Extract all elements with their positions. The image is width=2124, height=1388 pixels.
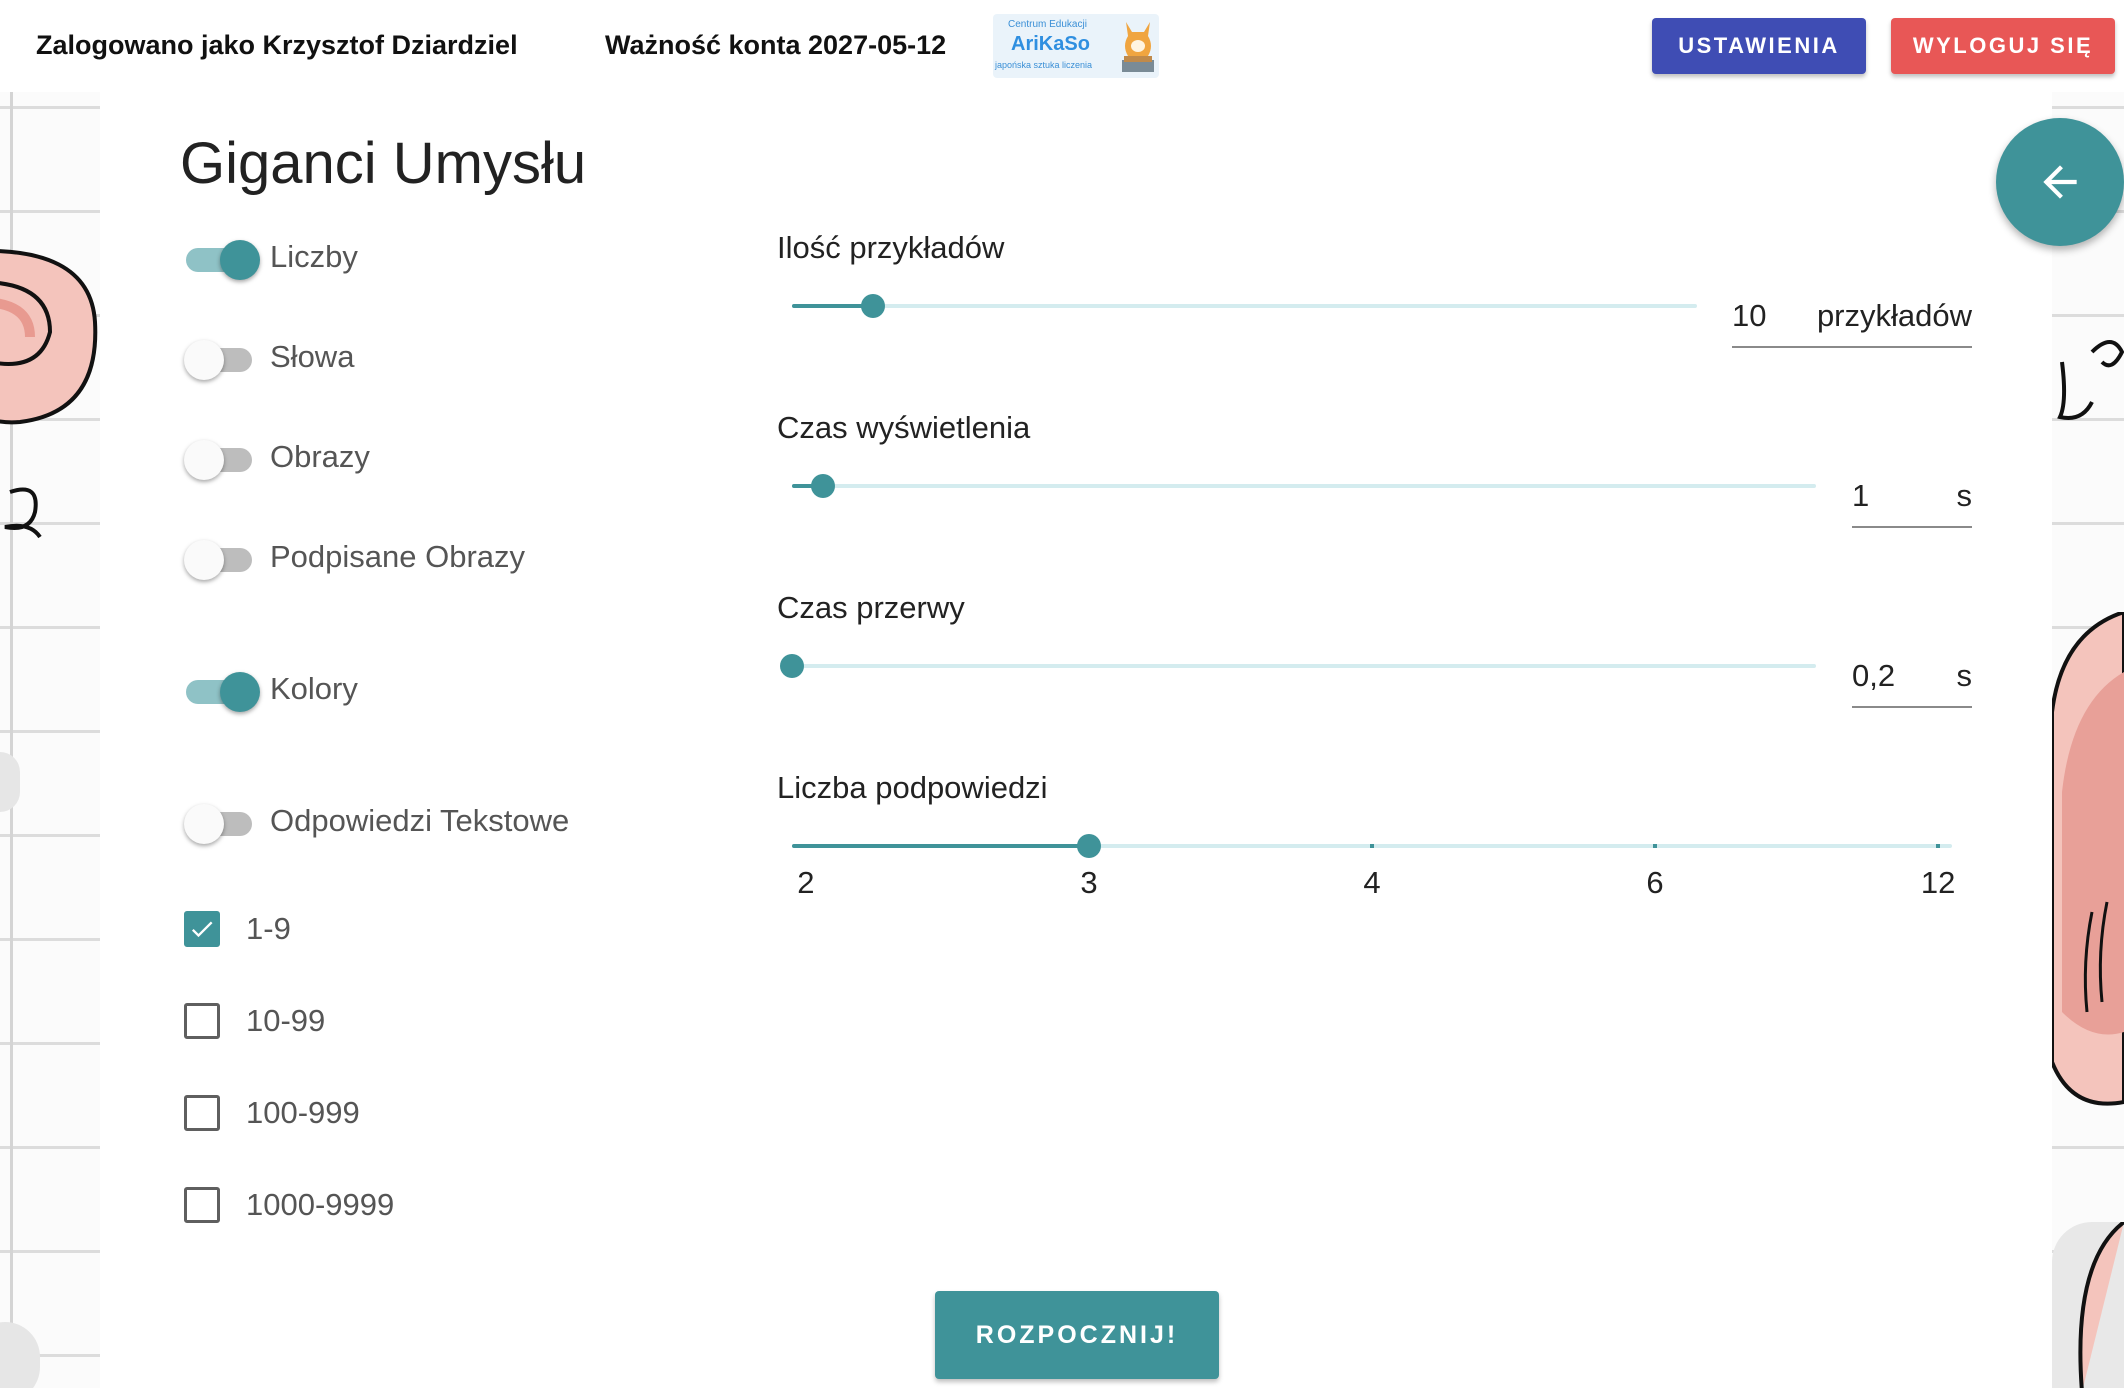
- toggle-label: Obrazy: [270, 439, 370, 474]
- logo-line-2: AriKaSo: [1011, 33, 1090, 55]
- toggle-liczby[interactable]: Liczby: [184, 232, 358, 282]
- checkbox[interactable]: [184, 1095, 220, 1131]
- checkbox[interactable]: [184, 1003, 220, 1039]
- display-time-value: 1: [1852, 478, 1870, 513]
- back-button[interactable]: [1996, 118, 2124, 246]
- slider-tick: [1936, 844, 1941, 848]
- toggle-kolory[interactable]: Kolory: [184, 664, 358, 714]
- checkbox-label: 1000-9999: [246, 1187, 395, 1222]
- hints-count-label: Liczba podpowiedzi: [777, 770, 1048, 805]
- switch[interactable]: [184, 437, 254, 480]
- hints-mark-label: 12: [1920, 865, 1956, 900]
- slider-tick: [1653, 844, 1658, 848]
- settings-button[interactable]: USTAWIENIA: [1652, 18, 1866, 74]
- switch[interactable]: [184, 801, 254, 844]
- logo-line-1: Centrum Edukacji: [1008, 19, 1087, 30]
- account-validity: Ważność konta 2027-05-12: [605, 30, 947, 60]
- decorative-shape: [2052, 612, 2124, 1106]
- checkbox-label: 10-99: [246, 1003, 326, 1038]
- hints-mark-label: 6: [1646, 865, 1664, 900]
- hints-mark-label: 3: [1080, 865, 1098, 900]
- decorative-glyph: [2057, 340, 2124, 420]
- examples-count-unit: przykładów: [1816, 298, 1972, 333]
- hints-mark-label: 4: [1363, 865, 1381, 900]
- display-time-unit: s: [1956, 478, 1973, 513]
- toggle-obrazy[interactable]: Obrazy: [184, 432, 370, 482]
- checkbox[interactable]: [184, 911, 220, 947]
- toggle-label: Podpisane Obrazy: [270, 539, 526, 574]
- switch[interactable]: [184, 337, 254, 380]
- range-checkbox-100-999[interactable]: 100-999: [184, 1091, 360, 1135]
- range-checkbox-1-9[interactable]: 1-9: [184, 907, 291, 951]
- slider-handle[interactable]: [780, 654, 804, 678]
- slider-handle[interactable]: [810, 474, 835, 498]
- logged-in-user: Zalogowano jako Krzysztof Dziardziel: [36, 30, 518, 60]
- break-time-field[interactable]: 0,2 s: [1852, 652, 1972, 708]
- switch[interactable]: [184, 669, 260, 712]
- slider-handle[interactable]: [861, 294, 886, 318]
- logout-button[interactable]: WYLOGUJ SIĘ: [1891, 18, 2115, 74]
- arikaso-logo: Centrum Edukacji AriKaSo japońska sztuka…: [993, 14, 1159, 78]
- examples-count-slider[interactable]: [792, 291, 1697, 321]
- hints-count-slider[interactable]: [792, 831, 1952, 861]
- slider-handle[interactable]: [1076, 834, 1101, 858]
- checkbox[interactable]: [184, 1187, 220, 1223]
- switch[interactable]: [184, 237, 260, 280]
- left-decoration: [0, 92, 100, 1388]
- slider-tick: [1370, 844, 1374, 848]
- break-time-value: 0,2: [1852, 658, 1896, 693]
- hints-mark-label: 2: [797, 865, 815, 900]
- display-time-slider[interactable]: [792, 471, 1816, 501]
- slider-tick: [803, 844, 808, 848]
- arrow-left-icon: [2043, 165, 2077, 199]
- toggle-label: Kolory: [270, 671, 358, 706]
- break-time-slider[interactable]: [780, 651, 1816, 681]
- toggle-label: Odpowiedzi Tekstowe: [270, 803, 570, 838]
- examples-count-label: Ilość przykładów: [777, 230, 1005, 265]
- examples-count-value: 10: [1732, 298, 1767, 333]
- examples-count-field[interactable]: 10 przykładów: [1732, 292, 1972, 348]
- decorative-glyph: [4, 487, 42, 539]
- range-checkbox-10-99[interactable]: 10-99: [184, 999, 325, 1043]
- checkbox-label: 100-999: [246, 1095, 360, 1130]
- toggle-podpisane-obrazy[interactable]: Podpisane Obrazy: [184, 532, 525, 582]
- range-checkbox-1000-9999[interactable]: 1000-9999: [184, 1183, 394, 1227]
- toggle-label: Słowa: [270, 339, 355, 374]
- display-time-label: Czas wyświetlenia: [777, 410, 1031, 445]
- switch[interactable]: [184, 537, 254, 580]
- start-button[interactable]: ROZPOCZNIJ!: [935, 1291, 1219, 1379]
- break-time-unit: s: [1956, 658, 1973, 693]
- break-time-label: Czas przerwy: [777, 590, 965, 625]
- checkbox-label: 1-9: [246, 911, 291, 946]
- page-title: Giganci Umysłu: [180, 131, 587, 196]
- toggle-label: Liczby: [270, 239, 358, 274]
- right-decoration: [2052, 92, 2124, 1388]
- main-panel: Giganci Umysłu Liczby Słowa Obrazy Podpi…: [100, 92, 2052, 1388]
- display-time-field[interactable]: 1 s: [1852, 472, 1972, 528]
- top-bar: Zalogowano jako Krzysztof Dziardziel Waż…: [0, 0, 2124, 92]
- toggle-odpowiedzi-tekstowe[interactable]: Odpowiedzi Tekstowe: [184, 796, 569, 846]
- fox-icon: [1122, 22, 1154, 72]
- check-icon: [191, 921, 213, 938]
- toggle-slowa[interactable]: Słowa: [184, 332, 354, 382]
- logo-line-3: japońska sztuka liczenia: [995, 60, 1093, 70]
